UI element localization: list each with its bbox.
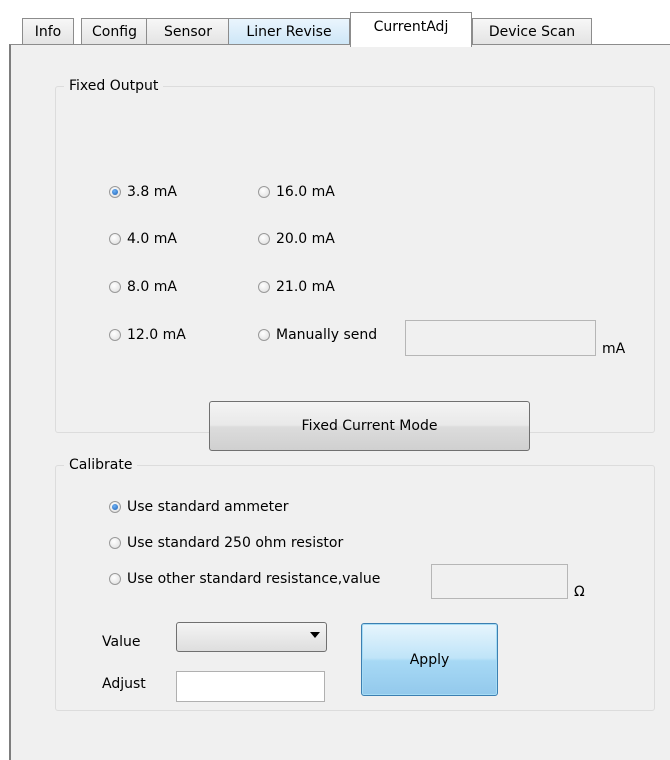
tab-info[interactable]: Info xyxy=(22,18,74,45)
radio-indicator xyxy=(258,233,270,245)
calibrate-title: Calibrate xyxy=(64,456,138,474)
button-label: Apply xyxy=(409,651,450,668)
manual-unit-label: mA xyxy=(602,341,626,357)
radio-label: Use standard ammeter xyxy=(127,499,289,515)
radio-indicator xyxy=(109,501,121,513)
radio-label: 21.0 mA xyxy=(276,279,335,295)
radio-4-0-ma[interactable]: 4.0 mA xyxy=(109,230,177,248)
apply-button[interactable]: Apply xyxy=(361,623,498,696)
radio-label: 12.0 mA xyxy=(127,327,186,343)
radio-12-0-ma[interactable]: 12.0 mA xyxy=(109,326,186,344)
radio-indicator xyxy=(109,186,121,198)
tab-sensor[interactable]: Sensor xyxy=(146,18,230,45)
calibrate-group: Calibrate Use standard ammeter Use stand… xyxy=(55,456,655,711)
tab-label: Sensor xyxy=(164,24,212,40)
value-label: Value xyxy=(102,634,141,650)
tab-device-scan[interactable]: Device Scan xyxy=(472,18,592,45)
currentadj-panel: Fixed Output 3.8 mA 4.0 mA 8.0 mA 12.0 m… xyxy=(9,44,670,760)
radio-indicator xyxy=(109,329,121,341)
radio-indicator xyxy=(109,233,121,245)
tab-label: Config xyxy=(92,24,137,40)
radio-label: Use other standard resistance,value xyxy=(127,571,381,587)
radio-3-8-ma[interactable]: 3.8 mA xyxy=(109,183,177,201)
radio-20-0-ma[interactable]: 20.0 mA xyxy=(258,230,335,248)
tab-config[interactable]: Config xyxy=(81,18,148,45)
tab-label: CurrentAdj xyxy=(373,19,449,35)
tab-label: Liner Revise xyxy=(246,24,332,40)
radio-indicator xyxy=(258,186,270,198)
radio-label: 8.0 mA xyxy=(127,279,177,295)
ohm-unit-label: Ω xyxy=(574,584,585,600)
radio-indicator xyxy=(109,281,121,293)
radio-21-0-ma[interactable]: 21.0 mA xyxy=(258,278,335,296)
fixed-current-mode-button[interactable]: Fixed Current Mode xyxy=(209,401,530,451)
radio-label: Manually send xyxy=(276,327,378,343)
radio-other-resistance[interactable]: Use other standard resistance,value xyxy=(109,570,380,588)
tab-currentadj[interactable]: CurrentAdj xyxy=(350,12,472,47)
radio-label: 4.0 mA xyxy=(127,231,177,247)
radio-label: 16.0 mA xyxy=(276,184,335,200)
chevron-down-icon xyxy=(310,632,320,638)
manual-current-input[interactable] xyxy=(405,320,596,356)
radio-16-0-ma[interactable]: 16.0 mA xyxy=(258,183,335,201)
radio-indicator xyxy=(258,329,270,341)
button-label: Fixed Current Mode xyxy=(301,418,438,434)
fixed-output-title: Fixed Output xyxy=(64,77,164,95)
radio-label: Use standard 250 ohm resistor xyxy=(127,535,344,551)
radio-indicator xyxy=(258,281,270,293)
radio-250-ohm-resistor[interactable]: Use standard 250 ohm resistor xyxy=(109,534,343,552)
radio-indicator xyxy=(109,573,121,585)
radio-label: 20.0 mA xyxy=(276,231,335,247)
radio-indicator xyxy=(109,537,121,549)
fixed-output-group: Fixed Output 3.8 mA 4.0 mA 8.0 mA 12.0 m… xyxy=(55,77,655,451)
value-dropdown[interactable] xyxy=(176,622,327,652)
adjust-label: Adjust xyxy=(102,676,146,692)
resistance-input[interactable] xyxy=(431,564,568,599)
adjust-input[interactable] xyxy=(176,671,325,702)
tab-label: Device Scan xyxy=(488,24,576,40)
radio-standard-ammeter[interactable]: Use standard ammeter xyxy=(109,498,288,516)
tab-label: Info xyxy=(34,24,62,40)
radio-manually-send[interactable]: Manually send xyxy=(258,326,377,344)
tab-liner-revise[interactable]: Liner Revise xyxy=(228,18,350,45)
radio-label: 3.8 mA xyxy=(127,184,177,200)
tab-strip: Info Config Sensor Liner Revise CurrentA… xyxy=(0,0,670,48)
radio-8-0-ma[interactable]: 8.0 mA xyxy=(109,278,177,296)
